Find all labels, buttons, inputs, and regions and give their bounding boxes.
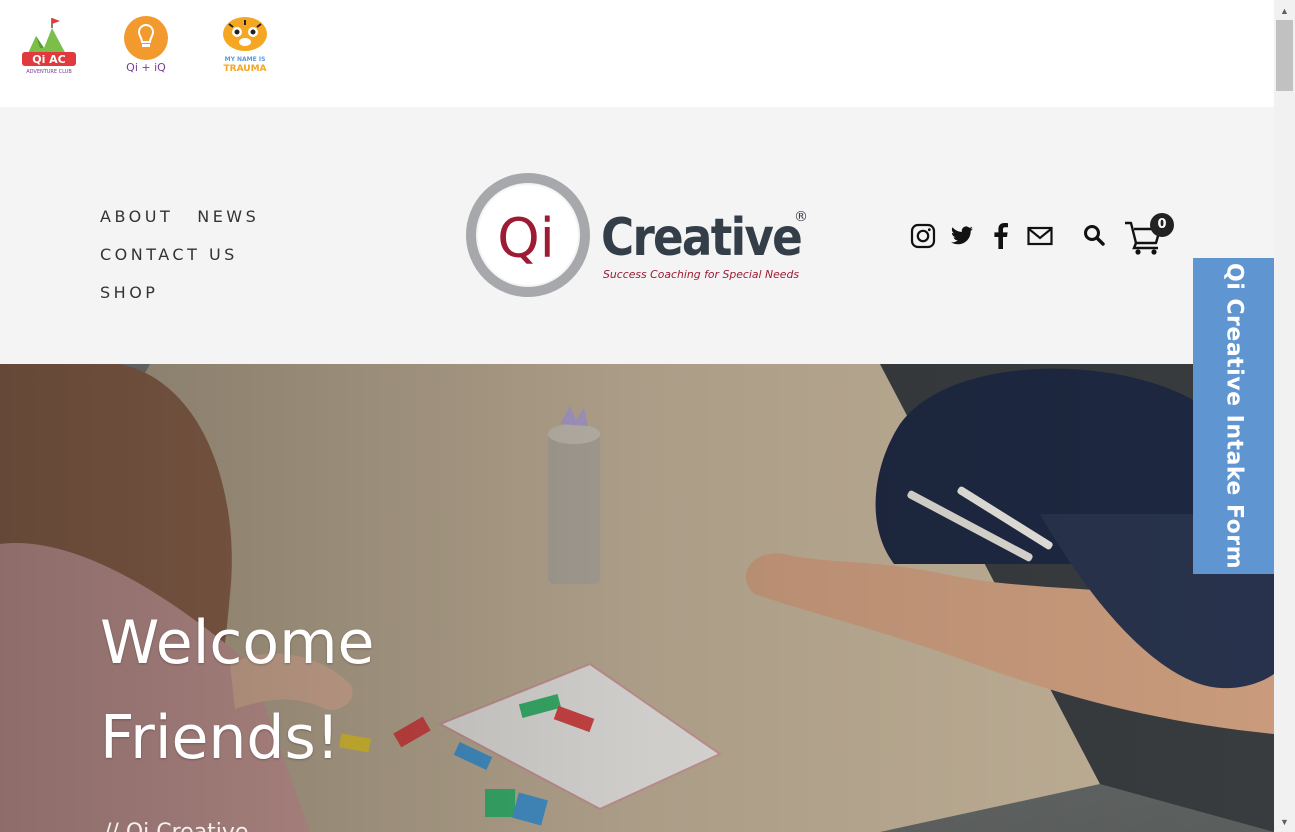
qi-iq-logo[interactable]: Qi + iQ (118, 14, 178, 76)
hero-banner: Welcome Friends! // Qi Creative (0, 364, 1274, 832)
nav-shop[interactable]: SHOP (100, 283, 158, 303)
facebook-icon[interactable] (988, 223, 1014, 249)
nav-about[interactable]: ABOUT (100, 207, 173, 227)
qi-creative-logo[interactable]: Qi Creative ® Success Coaching for Speci… (463, 171, 813, 301)
hero-title-line-2: Friends! (100, 703, 340, 773)
logo-mark: Qi (497, 207, 555, 270)
social-links (910, 221, 1066, 251)
scroll-thumb[interactable] (1276, 20, 1293, 91)
qi-ac-adventure-club-logo[interactable]: Qi AC ADVENTURE CLUB (18, 14, 78, 76)
svg-text:TRAUMA: TRAUMA (224, 64, 267, 74)
intake-form-tab[interactable]: Qi Creative Intake Form (1193, 258, 1274, 574)
svg-text:Qi + iQ: Qi + iQ (126, 61, 166, 74)
my-name-is-trauma-logo[interactable]: MY NAME IS TRAUMA (215, 14, 275, 76)
nav-news[interactable]: NEWS (197, 207, 259, 227)
search-icon[interactable] (1083, 224, 1105, 246)
site-header: ABOUT NEWS CONTACT US SHOP Qi Creative ® Su… (0, 107, 1274, 364)
twitter-icon[interactable] (949, 223, 975, 249)
cart-button[interactable]: 0 (1124, 213, 1178, 255)
logo-wordmark: Creative (601, 208, 801, 268)
logo-registered: ® (794, 209, 808, 225)
hero-title-line-1: Welcome (100, 608, 375, 678)
svg-text:Qi AC: Qi AC (32, 53, 66, 66)
logo-tagline: Success Coaching for Special Needs (603, 268, 799, 281)
instagram-icon[interactable] (910, 223, 936, 249)
scroll-up-arrow-icon[interactable]: ▲ (1274, 2, 1295, 19)
svg-text:ADVENTURE CLUB: ADVENTURE CLUB (26, 69, 72, 75)
main-nav: ABOUT NEWS CONTACT US SHOP (100, 207, 440, 321)
nav-contact-us[interactable]: CONTACT US (100, 245, 238, 265)
brand-strip: Qi AC ADVENTURE CLUB Qi + iQ MY NAME IS … (0, 0, 1274, 107)
svg-text:MY NAME IS: MY NAME IS (225, 56, 266, 63)
page-scrollbar[interactable]: ▲ ▼ (1274, 0, 1295, 832)
scroll-down-arrow-icon[interactable]: ▼ (1274, 813, 1295, 830)
hero-title: Welcome Friends! (100, 596, 374, 786)
intake-form-tab-label: Qi Creative Intake Form (1221, 263, 1246, 569)
hero-subtitle: // Qi Creative (104, 820, 248, 832)
email-icon[interactable] (1027, 223, 1053, 249)
cart-count-badge: 0 (1150, 213, 1174, 237)
